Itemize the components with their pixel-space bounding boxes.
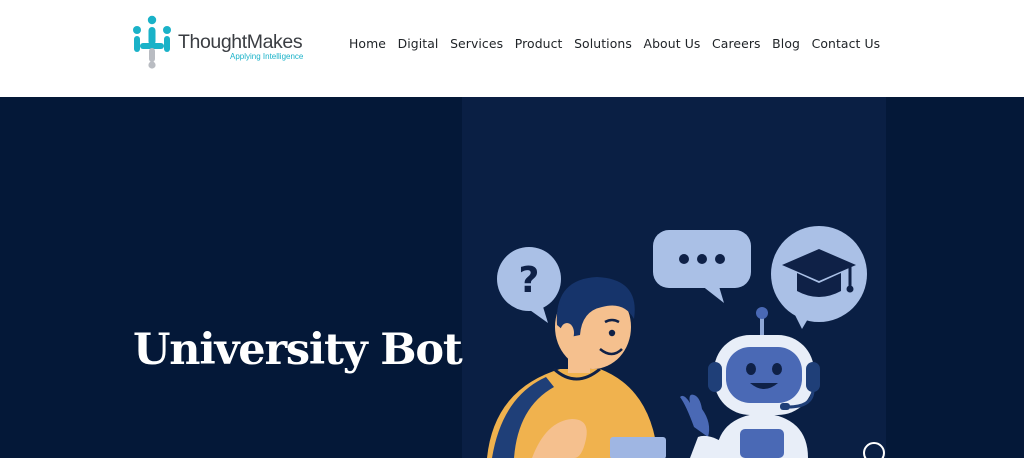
- nav-item-contact-us[interactable]: Contact Us: [812, 36, 881, 51]
- question-bubble-icon: ?: [497, 247, 561, 323]
- nav-item-product[interactable]: Product: [515, 36, 563, 51]
- student-robot-illustration: ?: [487, 226, 885, 458]
- site-logo[interactable]: ThoughtMakes Applying Intelligence: [130, 14, 305, 70]
- nav-item-blog[interactable]: Blog: [772, 36, 800, 51]
- main-nav: Home Digital Services Product Solutions …: [349, 34, 880, 52]
- nav-item-home[interactable]: Home: [349, 36, 386, 51]
- graduation-cap-bubble-icon: [771, 226, 867, 329]
- svg-text:?: ?: [519, 260, 540, 301]
- site-header: ThoughtMakes Applying Intelligence Home …: [0, 0, 1024, 97]
- nav-item-services[interactable]: Services: [450, 36, 503, 51]
- thoughtmakes-logo-icon: [133, 15, 171, 69]
- nav-item-digital[interactable]: Digital: [398, 36, 439, 51]
- hero-title: University Bot: [133, 325, 463, 375]
- hero-banner: University Bot ?: [0, 97, 1024, 458]
- nav-item-careers[interactable]: Careers: [712, 36, 761, 51]
- nav-item-solutions[interactable]: Solutions: [574, 36, 632, 51]
- logo-tagline: Applying Intelligence: [230, 52, 304, 61]
- nav-item-about-us[interactable]: About Us: [644, 36, 701, 51]
- logo-wordmark: ThoughtMakes: [178, 31, 303, 53]
- typing-bubble-icon: [653, 230, 751, 303]
- robot-figure: [680, 307, 885, 458]
